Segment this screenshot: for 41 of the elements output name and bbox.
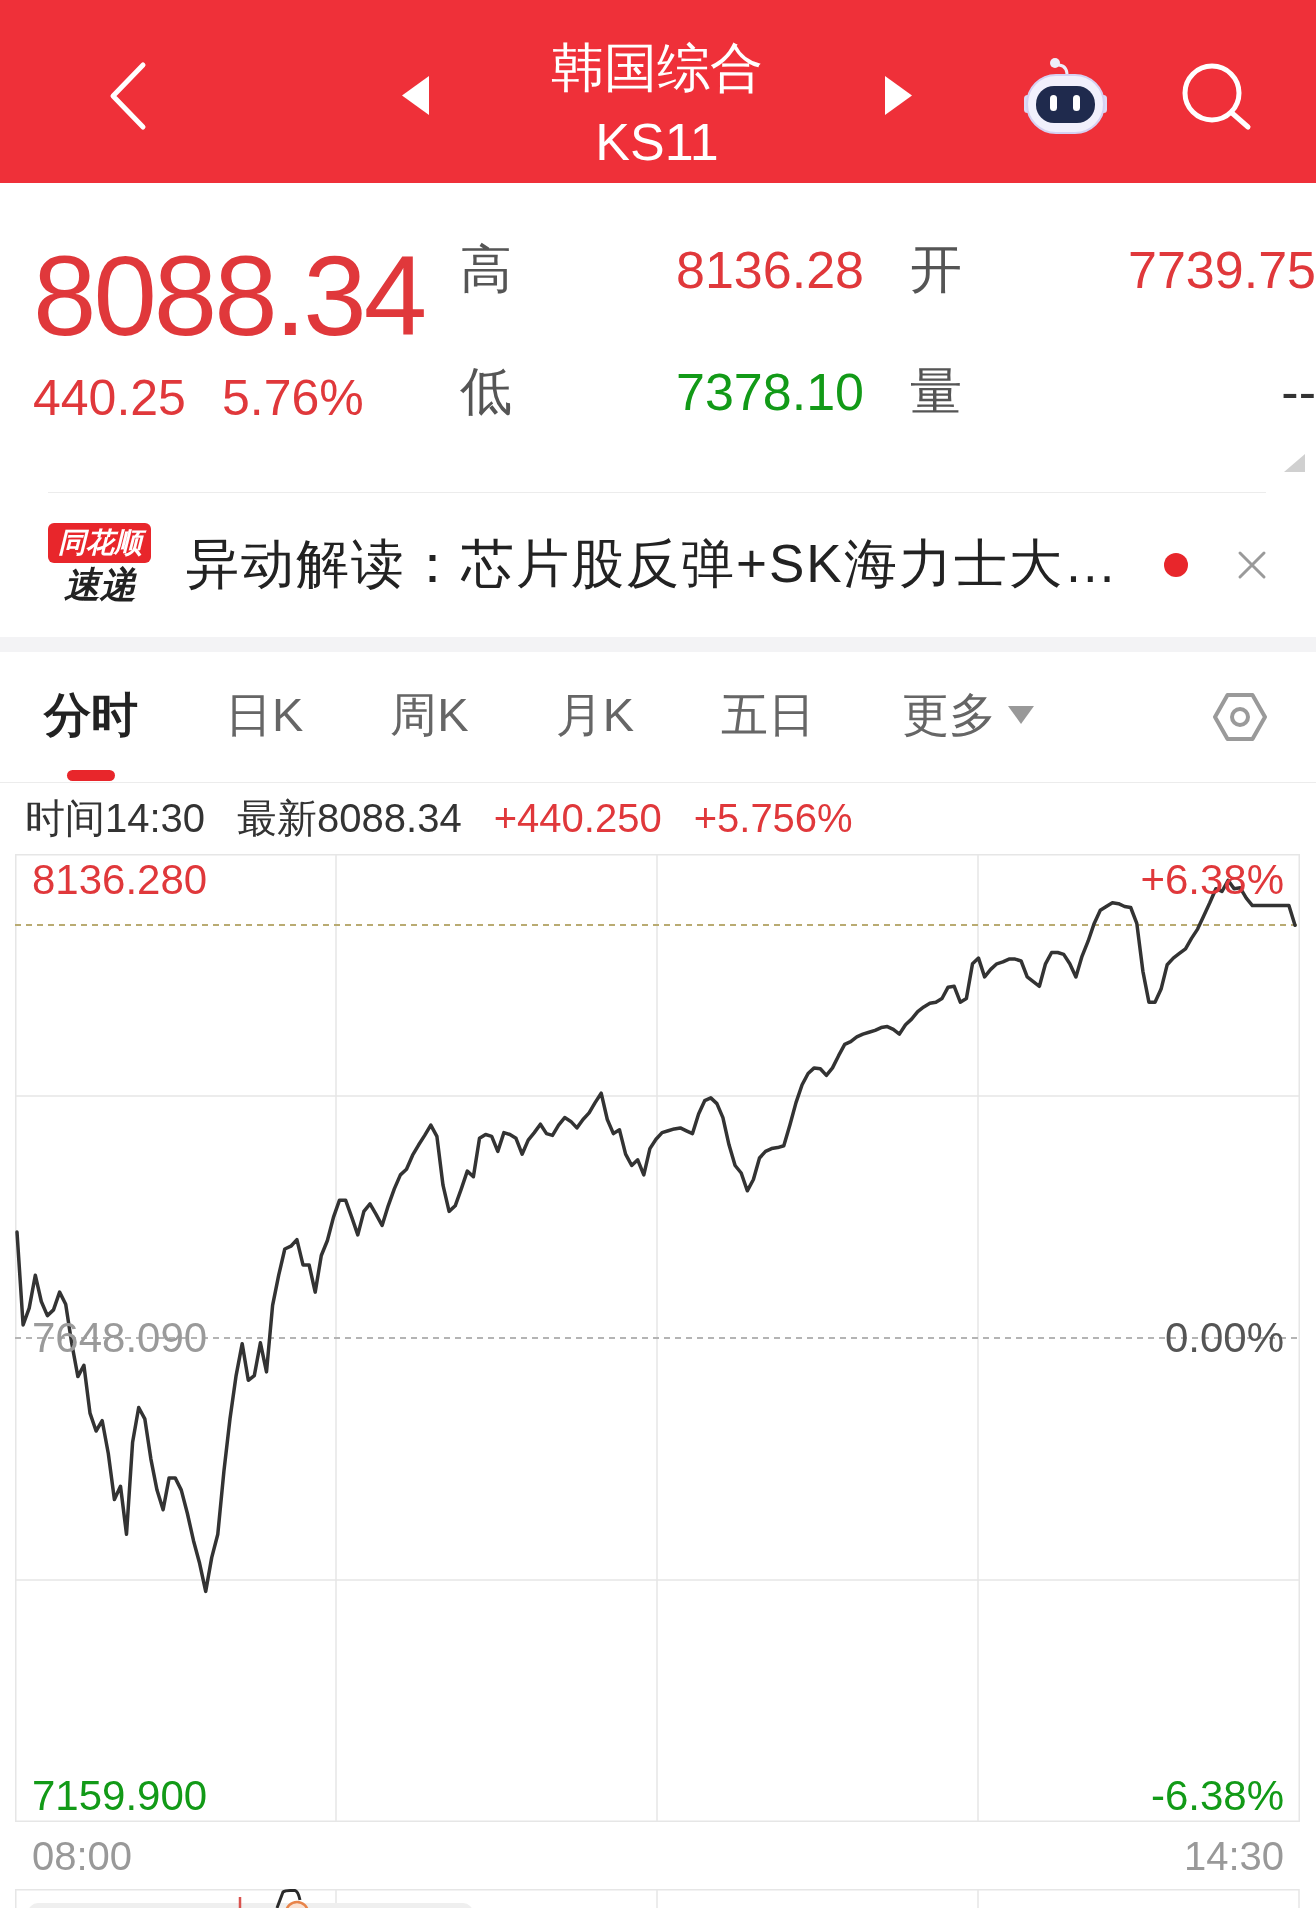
time-axis-label: 14:30 (1183, 1833, 1284, 1879)
stat-value: -- (1281, 362, 1316, 422)
chart-tab[interactable]: 月K (555, 652, 635, 782)
chart-tab[interactable]: 周K (390, 652, 469, 782)
volume-bar (238, 1897, 242, 1908)
percent-axis-label: 0.00% (1164, 1316, 1284, 1360)
price-axis-label: 8136.280 (32, 858, 208, 902)
settings-icon[interactable] (1213, 690, 1267, 744)
price-axis-label: 7159.900 (32, 1774, 208, 1818)
chart-tab[interactable]: 日K (225, 652, 304, 782)
percent-axis-label: -6.38% (1150, 1774, 1284, 1818)
brand-subtitle: 速递 (63, 563, 136, 607)
stat-label: 量 (910, 361, 963, 422)
quote-info-text: +5.756% (693, 796, 853, 841)
stat-value: 8136.28 (676, 240, 864, 300)
stat-value: 7378.10 (676, 362, 864, 422)
last-price: 8088.34 (33, 236, 426, 356)
next-arrow-icon[interactable] (885, 76, 912, 115)
close-icon[interactable] (1236, 550, 1267, 580)
chart-tab[interactable]: 分时 (44, 652, 138, 782)
news-headline[interactable]: 异动解读：芯片股反弹+SK海力士大… (186, 529, 1119, 601)
time-axis-label: 08:00 (32, 1833, 133, 1879)
figure-icon (275, 1889, 310, 1908)
robot-icon[interactable] (1024, 57, 1107, 134)
more-tab[interactable]: 更多 (902, 652, 1035, 782)
index-title: 韩国综合 (551, 36, 763, 99)
chart-tab[interactable]: 五日 (721, 652, 816, 782)
stat-label: 开 (910, 239, 963, 300)
quote-info-text: +440.250 (493, 796, 662, 841)
quote-info-text: 时间14:30 (25, 795, 206, 842)
percent-axis-label: +6.38% (1140, 858, 1284, 902)
stat-label: 高 (460, 239, 513, 300)
quote-info-text: 最新8088.34 (237, 795, 462, 842)
stat-label: 低 (460, 361, 513, 422)
price-change: 440.25 (33, 369, 186, 428)
previous-arrow-icon[interactable] (402, 76, 429, 115)
index-code: KS11 (595, 111, 719, 173)
caret-icon (1008, 706, 1035, 724)
brand-banner: 同花顺 (48, 523, 151, 563)
stat-value: 7739.75 (1128, 240, 1316, 300)
percent-change: 5.76% (221, 369, 364, 428)
